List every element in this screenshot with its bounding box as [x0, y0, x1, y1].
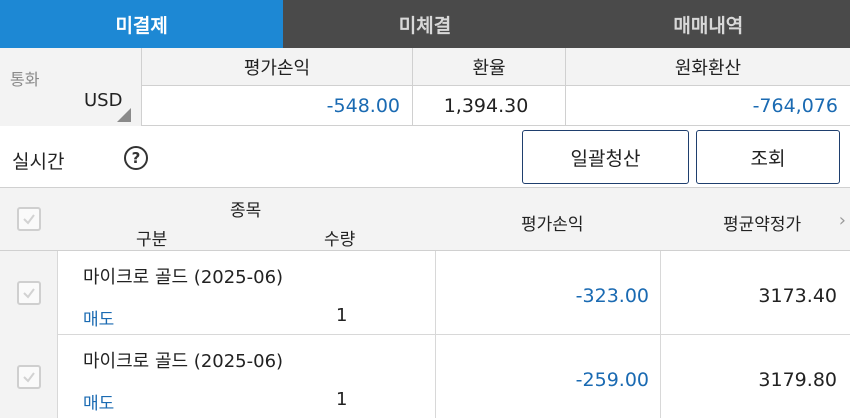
realtime-label: 실시간 — [12, 151, 65, 173]
row-qty: 1 — [336, 389, 348, 410]
summary-header-rate: 환율 — [413, 48, 566, 86]
column-divider — [435, 251, 436, 335]
check-icon — [23, 372, 35, 383]
currency-selector[interactable]: 통화 USD — [0, 48, 142, 126]
summary-header-pl: 평가손익 — [142, 48, 413, 86]
tab-unfilled-orders[interactable]: 미체결 — [283, 0, 566, 48]
header-item: 종목 — [230, 201, 262, 221]
check-icon — [23, 288, 35, 299]
header-pl: 평가손익 — [521, 215, 584, 235]
currency-label: 통화 — [10, 70, 40, 89]
select-all-checkbox[interactable] — [17, 207, 41, 231]
row-side: 매도 — [83, 310, 115, 330]
row-pl: -259.00 — [575, 369, 649, 391]
summary-value-krw: -764,076 — [752, 95, 838, 117]
column-divider — [435, 335, 436, 418]
tab-trade-history[interactable]: 매매내역 — [567, 0, 850, 48]
help-icon[interactable]: ? — [124, 146, 148, 170]
row-item-name: 마이크로 골드 (2025-06) — [83, 267, 284, 288]
dropdown-corner-icon[interactable] — [117, 108, 131, 122]
header-qty: 수량 — [324, 230, 356, 250]
column-divider — [660, 335, 661, 418]
tab-bar: 미결제 미체결 매매내역 — [0, 0, 850, 48]
row-checkbox[interactable] — [17, 365, 41, 389]
table-row[interactable]: 마이크로 골드 (2025-06) 매도 1 -323.00 3173.40 — [0, 251, 850, 335]
scroll-right-icon[interactable]: › — [839, 210, 846, 231]
currency-summary: 통화 USD 평가손익 환율 원화환산 -548.00 1,394.30 -76… — [0, 48, 850, 126]
summary-value-rate: 1,394.30 — [413, 86, 566, 126]
row-checkbox[interactable] — [17, 281, 41, 305]
row-qty: 1 — [336, 305, 348, 326]
row-pl: -323.00 — [575, 285, 649, 307]
row-avg-price: 3173.40 — [758, 285, 837, 307]
header-avg-price: 평균약정가 — [723, 215, 802, 235]
tab-open-positions[interactable]: 미결제 — [0, 0, 284, 48]
liquidate-all-button[interactable]: 일괄청산 — [522, 130, 689, 184]
summary-value-pl: -548.00 — [142, 86, 413, 126]
row-item-name: 마이크로 골드 (2025-06) — [83, 351, 284, 372]
summary-header-krw: 원화환산 — [566, 48, 850, 86]
column-divider — [660, 251, 661, 335]
table-row[interactable]: 마이크로 골드 (2025-06) 매도 1 -259.00 3179.80 — [0, 335, 850, 418]
check-icon — [23, 214, 35, 225]
row-checkbox-cell — [0, 251, 58, 335]
header-side: 구분 — [136, 230, 168, 250]
table-header: 종목 구분 수량 평가손익 평균약정가 › — [0, 187, 850, 251]
row-checkbox-cell — [0, 335, 58, 418]
row-avg-price: 3179.80 — [758, 369, 837, 391]
row-side: 매도 — [83, 394, 115, 414]
inquiry-button[interactable]: 조회 — [696, 130, 840, 184]
